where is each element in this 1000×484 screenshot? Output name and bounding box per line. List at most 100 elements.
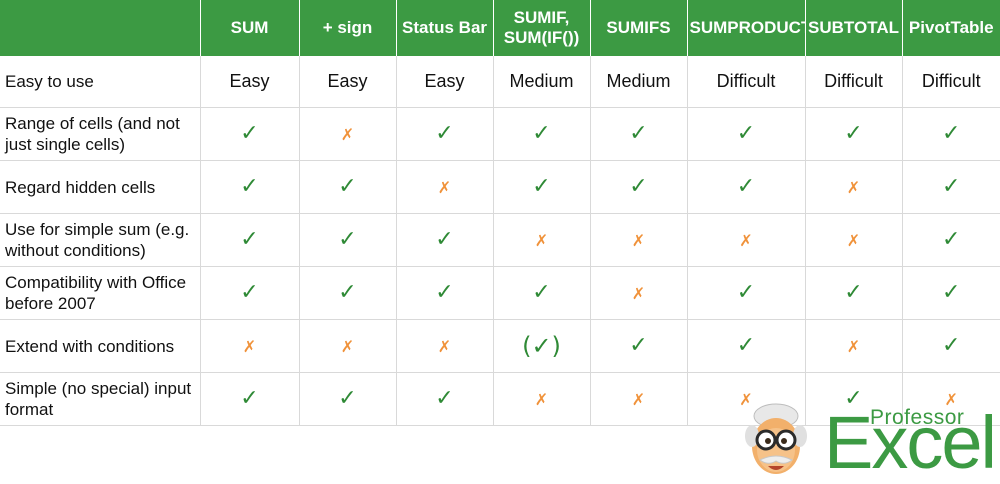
cell-sumif: Medium (493, 56, 591, 108)
column-header-status-bar: Status Bar (396, 0, 494, 56)
cell-sumif: ✓ (493, 160, 591, 214)
cell-status-bar: ✗ (396, 160, 494, 214)
table-row: Range of cells (and not just single cell… (0, 107, 1000, 161)
cell-sumifs: ✗ (590, 213, 688, 267)
check-icon: ✓ (435, 121, 454, 146)
difficulty-value: Easy (229, 71, 270, 91)
cell-sum: ✓ (200, 160, 300, 214)
cross-icon: ✗ (340, 124, 355, 144)
cell-subtotal: Difficult (805, 56, 903, 108)
check-icon: ✓ (435, 227, 454, 252)
column-header-subtotal: SUBTOTAL (805, 0, 903, 56)
cross-icon: ✗ (340, 336, 355, 356)
professor-excel-logo: Excel Professor (742, 402, 997, 482)
cell-sumproduct: ✓ (687, 160, 806, 214)
cell-plus-sign: ✓ (299, 266, 397, 320)
cross-icon: ✗ (846, 230, 861, 250)
cell-plus-sign: ✗ (299, 107, 397, 161)
row-label: Extend with conditions (0, 319, 201, 373)
cell-sum: Easy (200, 56, 300, 108)
cell-subtotal: ✗ (805, 160, 903, 214)
cell-pivottable: ✓ (902, 107, 1000, 161)
cell-status-bar: ✓ (396, 266, 494, 320)
difficulty-value: Difficult (921, 71, 981, 91)
cell-status-bar: ✓ (396, 213, 494, 267)
cell-sum: ✗ (200, 319, 300, 373)
check-icon: ✓ (240, 280, 259, 305)
cell-sumif: ✗ (493, 213, 591, 267)
difficulty-value: Medium (509, 71, 574, 91)
cell-pivottable: ✓ (902, 160, 1000, 214)
cell-sumifs: ✗ (590, 266, 688, 320)
column-header-sumif: SUMIF, SUM(IF()) (493, 0, 591, 56)
cross-icon: ✗ (437, 177, 452, 197)
cell-plus-sign: ✓ (299, 372, 397, 426)
check-icon: ✓ (338, 280, 357, 305)
cell-sumifs: Medium (590, 56, 688, 108)
cross-icon: ✗ (846, 177, 861, 197)
check-icon: ✓ (736, 174, 756, 199)
cell-sumifs: ✗ (590, 372, 688, 426)
difficulty-value: Medium (606, 71, 671, 91)
cell-pivottable: ✓ (902, 266, 1000, 320)
cell-subtotal: ✗ (805, 213, 903, 267)
column-header-pivottable: PivotTable (902, 0, 1000, 56)
check-icon: ✓ (844, 121, 863, 146)
cell-sum: ✓ (200, 213, 300, 267)
cross-icon: ✗ (242, 336, 257, 356)
check-icon: ✓ (532, 174, 551, 199)
partial-check-icon: (✓) (522, 331, 561, 360)
cell-status-bar: ✓ (396, 372, 494, 426)
check-icon: ✓ (942, 174, 961, 199)
table-row: Easy to use Easy Easy Easy Medium Medium Diffi… (0, 56, 1000, 108)
column-header-sum: SUM (200, 0, 300, 56)
cell-sumif: (✓) (493, 319, 591, 373)
column-header-sumif-line: SUMIF, (513, 8, 570, 27)
professor-face-icon (745, 403, 807, 474)
table-row: Use for simple sum (e.g. without conditi… (0, 213, 1000, 267)
cross-icon: ✗ (739, 230, 753, 250)
difficulty-value: Difficult (824, 71, 883, 91)
check-icon: ✓ (240, 121, 259, 146)
cell-plus-sign: ✓ (299, 213, 397, 267)
logo-word-professor: Professor (870, 406, 965, 429)
cross-icon: ✗ (437, 336, 452, 356)
check-icon: ✓ (532, 121, 551, 146)
cell-plus-sign: ✗ (299, 319, 397, 373)
difficulty-value: Difficult (716, 71, 776, 91)
check-icon: ✓ (338, 227, 357, 252)
cell-sumproduct: Difficult (687, 56, 806, 108)
cell-sum: ✓ (200, 372, 300, 426)
check-icon: ✓ (629, 333, 648, 358)
column-header-plus-sign: + sign (299, 0, 397, 56)
table-row: Compatibility with Office before 2007 ✓ ✓ ✓… (0, 266, 1000, 320)
cell-plus-sign: ✓ (299, 160, 397, 214)
cell-subtotal: ✓ (805, 266, 903, 320)
cell-sumif: ✓ (493, 107, 591, 161)
cell-sumproduct: ✓ (687, 107, 806, 161)
cross-icon: ✗ (534, 389, 549, 409)
cell-status-bar: Easy (396, 56, 494, 108)
cell-pivottable: ✓ (902, 319, 1000, 373)
check-icon: ✓ (629, 121, 648, 146)
cross-icon: ✗ (631, 283, 646, 303)
column-header-sumifs: SUMIFS (590, 0, 688, 56)
row-label: Simple (no special) input format (0, 372, 201, 426)
cross-icon: ✗ (846, 336, 861, 356)
check-icon: ✓ (435, 280, 454, 305)
check-icon: ✓ (338, 386, 357, 411)
check-icon: ✓ (240, 227, 259, 252)
row-label: Use for simple sum (e.g. without conditi… (0, 213, 201, 267)
cell-sumproduct: ✗ (687, 213, 806, 267)
check-icon: ✓ (338, 174, 357, 199)
cell-status-bar: ✗ (396, 319, 494, 373)
difficulty-value: Easy (424, 71, 465, 91)
row-label: Easy to use (0, 56, 201, 108)
check-icon: ✓ (629, 174, 648, 199)
cell-pivottable: Difficult (902, 56, 1000, 108)
comparison-table: SUM + sign Status Bar SUMIF, SUM(IF()) SU… (0, 0, 1000, 426)
difficulty-value: Easy (327, 71, 368, 91)
check-icon: ✓ (942, 121, 961, 146)
cell-sumifs: ✓ (590, 107, 688, 161)
cross-icon: ✗ (631, 230, 646, 250)
